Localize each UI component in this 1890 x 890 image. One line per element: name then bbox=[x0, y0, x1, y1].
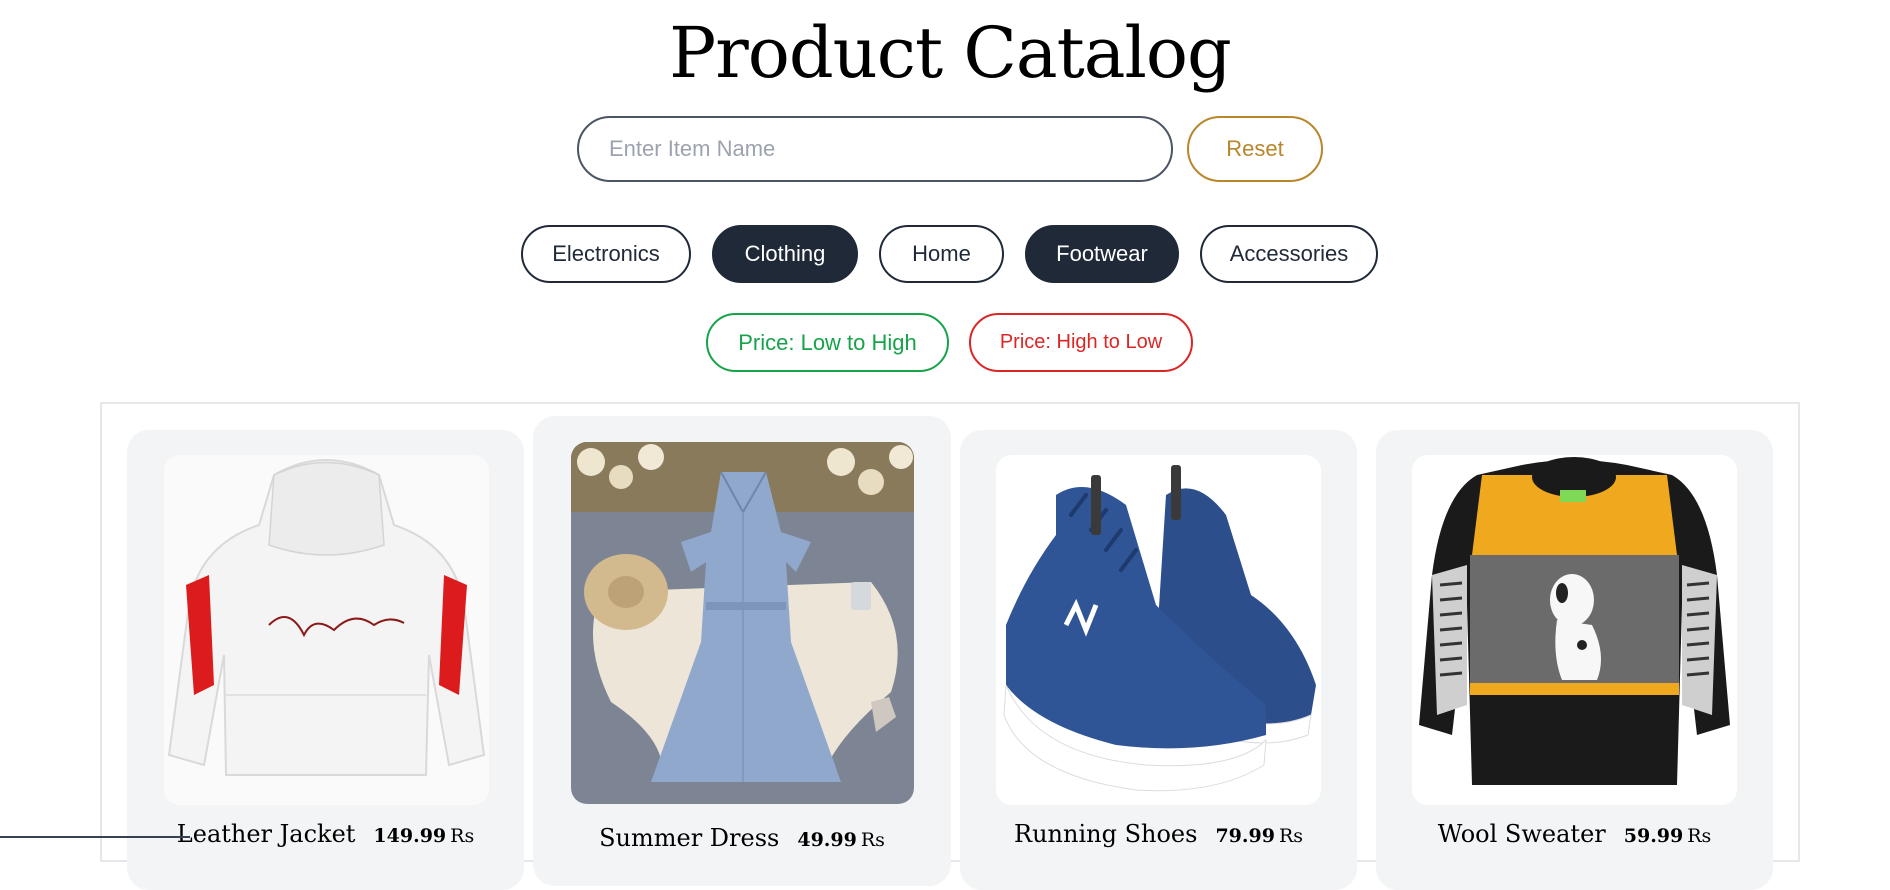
search-input[interactable] bbox=[577, 116, 1173, 182]
product-caption: Wool Sweater 59.99 Rs bbox=[1376, 820, 1773, 848]
category-clothing[interactable]: Clothing bbox=[712, 225, 858, 283]
sort-low-to-high-button[interactable]: Price: Low to High bbox=[706, 313, 949, 372]
product-currency: Rs bbox=[1278, 825, 1303, 847]
divider bbox=[0, 836, 190, 838]
dress-image bbox=[571, 442, 914, 804]
sort-high-to-low-button[interactable]: Price: High to Low bbox=[969, 313, 1193, 372]
product-price: 149.99 bbox=[373, 825, 447, 847]
category-accessories[interactable]: Accessories bbox=[1200, 225, 1378, 283]
product-currency: Rs bbox=[1687, 825, 1712, 847]
product-card[interactable]: Leather Jacket 149.99 Rs bbox=[127, 430, 524, 890]
product-card[interactable]: Running Shoes 79.99 Rs bbox=[960, 430, 1357, 890]
page-title: Product Catalog bbox=[669, 12, 1232, 94]
category-home[interactable]: Home bbox=[879, 225, 1004, 283]
product-name: Summer Dress bbox=[599, 824, 780, 852]
product-name: Running Shoes bbox=[1014, 820, 1198, 848]
product-price: 49.99 bbox=[797, 829, 857, 851]
product-card[interactable]: Summer Dress 49.99 Rs bbox=[533, 416, 951, 886]
product-caption: Summer Dress 49.99 Rs bbox=[533, 824, 951, 852]
product-name: Leather Jacket bbox=[176, 820, 356, 848]
jacket-image bbox=[164, 455, 489, 805]
product-caption: Running Shoes 79.99 Rs bbox=[960, 820, 1357, 848]
product-currency: Rs bbox=[860, 829, 885, 851]
product-price: 79.99 bbox=[1215, 825, 1275, 847]
category-electronics[interactable]: Electronics bbox=[521, 225, 691, 283]
product-grid: Leather Jacket 149.99 Rs Summer Dress 49… bbox=[100, 402, 1800, 890]
product-caption: Leather Jacket 149.99 Rs bbox=[127, 820, 524, 848]
product-card[interactable]: Wool Sweater 59.99 Rs bbox=[1376, 430, 1773, 890]
product-currency: Rs bbox=[450, 825, 475, 847]
shoes-image bbox=[996, 455, 1321, 805]
reset-button[interactable]: Reset bbox=[1187, 116, 1323, 182]
product-name: Wool Sweater bbox=[1437, 820, 1606, 848]
sweater-image bbox=[1412, 455, 1737, 805]
category-footwear[interactable]: Footwear bbox=[1025, 225, 1179, 283]
product-price: 59.99 bbox=[1623, 825, 1684, 847]
